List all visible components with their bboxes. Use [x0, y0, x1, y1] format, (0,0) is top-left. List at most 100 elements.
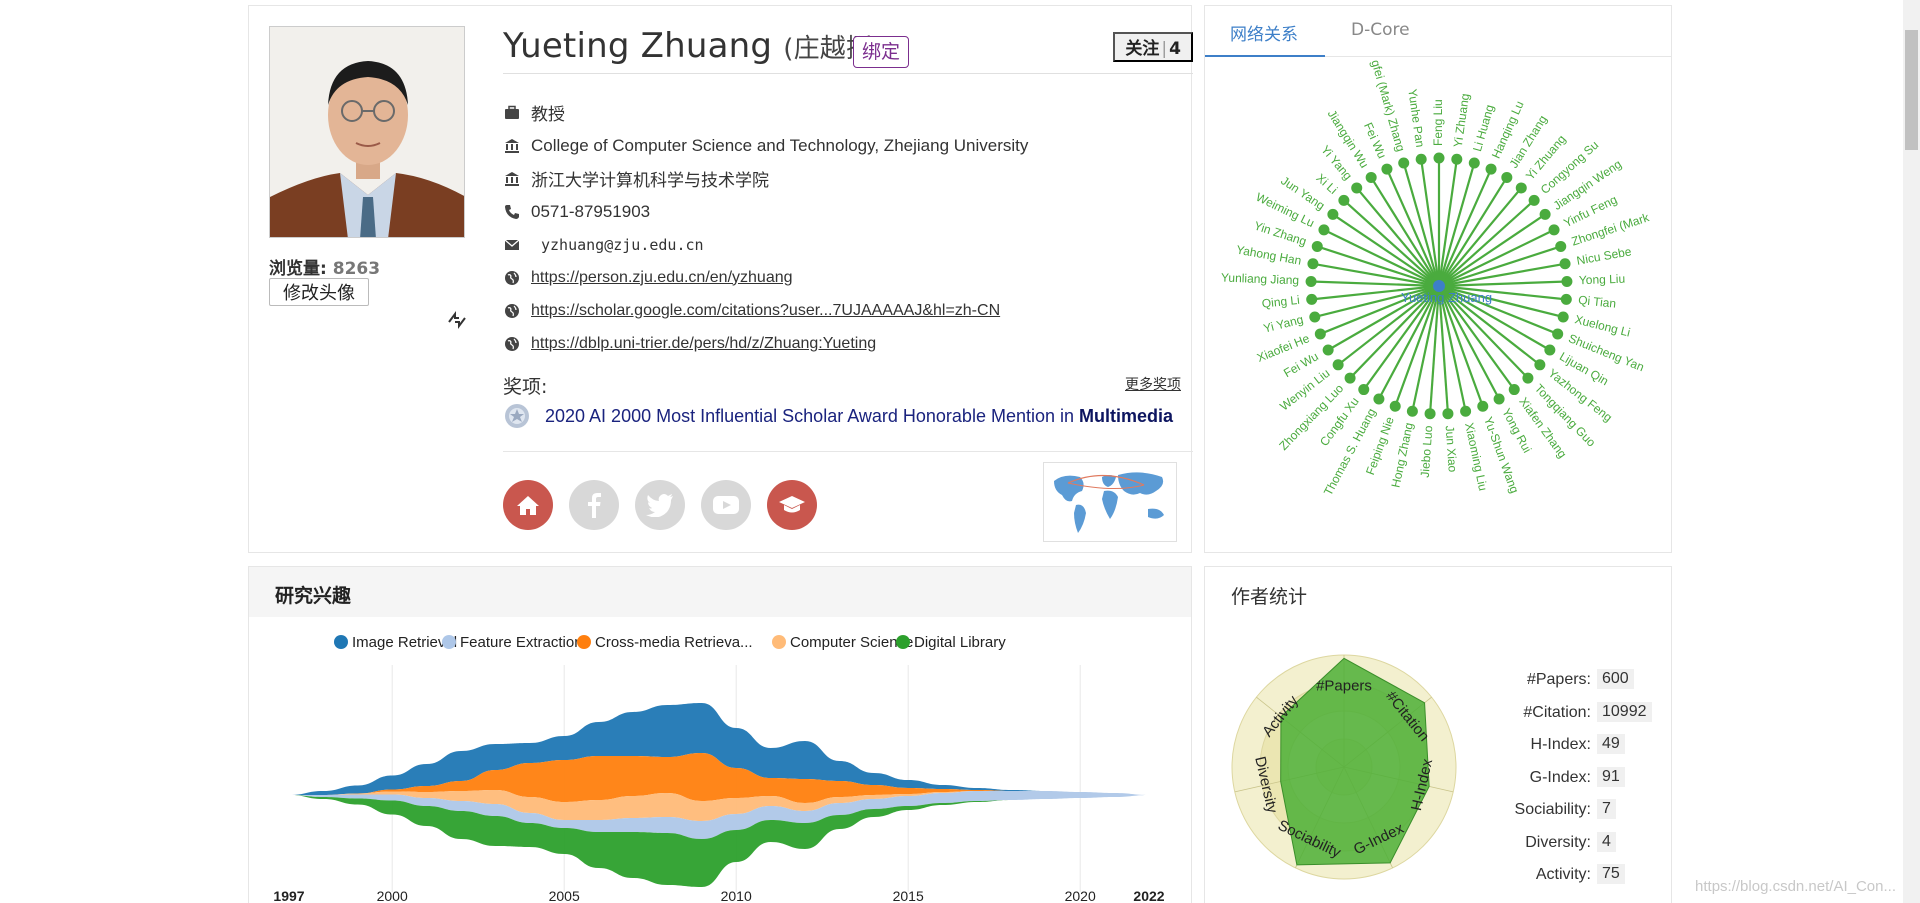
coauthor-node[interactable]	[1460, 405, 1472, 417]
coauthor-node[interactable]	[1381, 163, 1393, 175]
tab-dcore[interactable]: D-Core	[1351, 20, 1410, 40]
bind-button[interactable]: 绑定	[853, 36, 910, 68]
coauthor-node[interactable]	[1522, 372, 1534, 384]
award-text[interactable]: 2020 AI 2000 Most Influential Scholar Aw…	[545, 406, 1074, 427]
coauthor-node[interactable]	[1485, 163, 1497, 175]
coauthor-node[interactable]	[1338, 194, 1350, 206]
coauthor-node[interactable]	[1322, 344, 1334, 356]
coauthor-node[interactable]	[1318, 224, 1330, 236]
coauthor-node[interactable]	[1306, 293, 1318, 305]
coauthor-node[interactable]	[1415, 153, 1427, 165]
legend-swatch[interactable]	[577, 635, 591, 649]
coauthor-node[interactable]	[1327, 208, 1339, 220]
page-scrollbar[interactable]	[1903, 0, 1920, 903]
coauthor-node[interactable]	[1508, 384, 1520, 396]
switch-icon[interactable]	[445, 308, 469, 332]
twitter-icon[interactable]	[635, 480, 685, 530]
follow-button[interactable]: 关注 | 4	[1113, 32, 1193, 62]
coauthor-node[interactable]	[1557, 311, 1569, 323]
coauthor-node[interactable]	[1358, 384, 1370, 396]
coauthor-node[interactable]	[1398, 157, 1410, 169]
coauthor-node[interactable]	[1493, 393, 1505, 405]
coauthor-node[interactable]	[1365, 171, 1377, 183]
coauthor-node[interactable]	[1501, 171, 1513, 183]
coauthor-node[interactable]	[1311, 240, 1323, 252]
coauthor-node[interactable]	[1544, 344, 1556, 356]
coauthor-node[interactable]	[1539, 208, 1551, 220]
legend-label[interactable]: Cross-media Retrieva...	[595, 634, 753, 651]
coauthor-node[interactable]	[1305, 276, 1317, 288]
phone-row: 0571-87951903	[503, 195, 1193, 228]
coauthor-label[interactable]: Jiebo Luo	[1418, 425, 1436, 478]
stat-label: H-Index:	[1530, 736, 1591, 753]
research-interests-streamgraph[interactable]: Image Retrieval Feature Extraction Cross-m…	[249, 617, 1191, 903]
coauthor-label[interactable]: Yi Yang	[1262, 312, 1305, 335]
home-icon[interactable]	[503, 480, 553, 530]
homepage-link[interactable]: https://person.zju.edu.cn/en/yzhuang	[531, 269, 793, 287]
coauthor-node[interactable]	[1433, 152, 1445, 164]
coauthor-node[interactable]	[1548, 224, 1560, 236]
facebook-icon[interactable]	[569, 480, 619, 530]
coauthor-node[interactable]	[1309, 311, 1321, 323]
google-scholar-link[interactable]: https://scholar.google.com/citations?use…	[531, 302, 1000, 320]
scrollbar-thumb[interactable]	[1905, 30, 1918, 150]
legend-swatch[interactable]	[442, 635, 456, 649]
social-links	[503, 480, 817, 530]
coauthor-node[interactable]	[1534, 359, 1546, 371]
coauthor-label[interactable]: Feng Liu	[1431, 99, 1445, 146]
legend-swatch[interactable]	[334, 635, 348, 649]
coauthor-label[interactable]: Yi Zhuang	[1451, 93, 1472, 149]
award-field[interactable]: Multimedia	[1079, 406, 1173, 427]
coauthor-node[interactable]	[1406, 405, 1418, 417]
legend-label[interactable]: Computer Science	[790, 634, 913, 651]
coauthor-node[interactable]	[1559, 258, 1571, 270]
coauthor-label[interactable]: Yahong Han	[1235, 243, 1302, 268]
coauthor-node[interactable]	[1389, 400, 1401, 412]
coauthor-node[interactable]	[1351, 182, 1363, 194]
legend-label[interactable]: Digital Library	[914, 634, 1006, 651]
radar-axis-label: #Papers	[1316, 677, 1372, 694]
coauthor-label[interactable]: Qing Li	[1261, 293, 1300, 311]
coauthor-label[interactable]: Qi Tian	[1578, 293, 1617, 311]
coauthor-label[interactable]: Yong Liu	[1579, 272, 1626, 288]
coauthor-node[interactable]	[1555, 240, 1567, 252]
phone-icon	[503, 203, 521, 221]
coauthor-label[interactable]: Jun Xiao	[1443, 425, 1460, 473]
coauthor-node[interactable]	[1314, 328, 1326, 340]
homepage-row: https://person.zju.edu.cn/en/yzhuang	[503, 261, 1193, 294]
youtube-icon[interactable]	[701, 480, 751, 530]
coauthor-label[interactable]: Yunliang Jiang	[1221, 271, 1300, 288]
legend-label[interactable]: Image Retrieval	[352, 634, 457, 651]
world-map-thumbnail[interactable]	[1043, 462, 1177, 542]
coauthor-node[interactable]	[1424, 408, 1436, 420]
coauthor-node[interactable]	[1560, 293, 1572, 305]
stat-value: 91	[1597, 766, 1625, 787]
views-label: 浏览量:	[269, 259, 327, 279]
legend-swatch[interactable]	[772, 635, 786, 649]
graduation-cap-icon[interactable]	[767, 480, 817, 530]
coauthor-node[interactable]	[1307, 258, 1319, 270]
title-text: 教授	[531, 105, 565, 125]
coauthor-node[interactable]	[1561, 276, 1573, 288]
coauthor-node[interactable]	[1515, 182, 1527, 194]
coauthor-node[interactable]	[1344, 372, 1356, 384]
change-avatar-button[interactable]: 修改头像	[269, 278, 369, 306]
stat-value: 49	[1597, 734, 1625, 754]
legend-swatch[interactable]	[896, 635, 910, 649]
coauthor-node[interactable]	[1451, 153, 1463, 165]
legend-label[interactable]: Feature Extraction	[460, 634, 583, 651]
coauthor-node[interactable]	[1552, 328, 1564, 340]
tab-network[interactable]: 网络关系	[1230, 20, 1298, 45]
coauthor-node[interactable]	[1373, 393, 1385, 405]
coauthor-node[interactable]	[1442, 408, 1454, 420]
coauthor-label[interactable]: Xi Li	[1313, 171, 1340, 197]
coauthor-network-graph[interactable]: Feng Liu Yi ZhuangLi HuangHanqing LuJian …	[1205, 58, 1671, 552]
coauthor-node[interactable]	[1332, 359, 1344, 371]
more-awards-link[interactable]: 更多奖项	[1125, 374, 1181, 394]
coauthor-node[interactable]	[1477, 400, 1489, 412]
coauthor-node[interactable]	[1528, 194, 1540, 206]
dblp-link[interactable]: https://dblp.uni-trier.de/pers/hd/z/Zhua…	[531, 335, 876, 353]
coauthor-label[interactable]: Nicu Sebe	[1576, 244, 1633, 267]
coauthor-label[interactable]: Yunhe Pan	[1405, 88, 1427, 148]
coauthor-node[interactable]	[1468, 157, 1480, 169]
